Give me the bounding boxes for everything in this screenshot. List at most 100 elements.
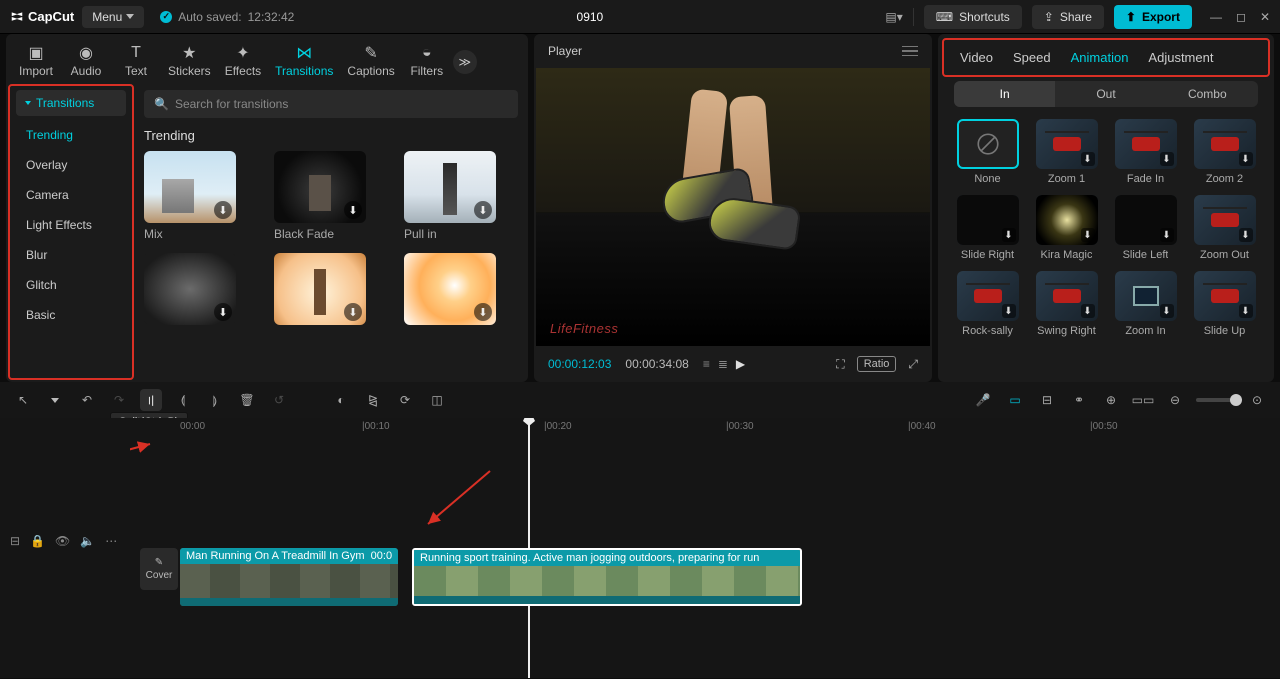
transition-card[interactable]: ⬇ [404,253,518,329]
close-icon[interactable]: ✕ [1260,10,1270,24]
anim-card-none[interactable]: None [954,119,1021,185]
download-icon[interactable]: ⬇ [474,201,492,219]
transition-card[interactable]: ⬇ [274,253,388,329]
download-icon[interactable]: ⬇ [1239,228,1253,242]
split-icon[interactable]: 〢 [140,389,162,411]
preview-icon[interactable]: ▭▭ [1132,389,1154,411]
ratio-button[interactable]: Ratio [857,356,897,372]
anim-card-kira-magic[interactable]: ⬇Kira Magic [1033,195,1100,261]
sidebar-item-basic[interactable]: Basic [10,300,132,330]
pointer-icon[interactable]: ↖ [12,389,34,411]
track-mute-icon[interactable]: 🔈 [80,534,95,548]
anim-card-slide-up[interactable]: ⬇Slide Up [1191,271,1258,337]
anim-card-slide-left[interactable]: ⬇Slide Left [1112,195,1179,261]
fullscreen-icon[interactable]: ⤢ [908,357,918,372]
download-icon[interactable]: ⬇ [1081,228,1095,242]
delete-icon[interactable]: 🗑 [236,389,258,411]
tab-captions[interactable]: ✎Captions [341,40,400,82]
zoom-slider[interactable] [1196,398,1236,402]
download-icon[interactable]: ⬇ [1160,152,1174,166]
export-button[interactable]: ⬆ Export [1114,5,1192,29]
anim-card-swing-right[interactable]: ⬇Swing Right [1033,271,1100,337]
right-tab-adjustment[interactable]: Adjustment [1148,50,1213,65]
transition-card[interactable]: ⬇ [144,253,258,329]
search-input[interactable]: 🔍 Search for transitions [144,90,518,118]
sidebar-item-trending[interactable]: Trending [10,120,132,150]
right-tab-animation[interactable]: Animation [1071,50,1129,65]
anim-card-fade-in[interactable]: ⬇Fade In [1112,119,1179,185]
sidebar-item-blur[interactable]: Blur [10,240,132,270]
zoom-out-icon[interactable]: ⊖ [1164,389,1186,411]
download-icon[interactable]: ⬇ [1002,228,1016,242]
download-icon[interactable]: ⬇ [214,201,232,219]
tab-audio[interactable]: ◉Audio [62,40,110,82]
speed-icon[interactable]: ◐ [330,389,352,411]
maximize-icon[interactable]: ◻ [1236,10,1246,24]
download-icon[interactable]: ⬇ [1002,304,1016,318]
menu-button[interactable]: Menu [82,6,144,28]
anim-card-zoom-1[interactable]: ⬇Zoom 1 [1033,119,1100,185]
align-icon[interactable]: ⊟ [1036,389,1058,411]
play-icon[interactable]: ▶ [736,357,745,371]
anim-card-rock-sally[interactable]: ⬇Rock-sally [954,271,1021,337]
track-more-icon[interactable]: ⋯ [105,534,117,548]
mic-icon[interactable]: 🎤 [972,389,994,411]
pointer-mode-chevron-icon[interactable] [44,389,66,411]
sidebar-item-glitch[interactable]: Glitch [10,270,132,300]
player-viewport[interactable]: LifeFitness [536,68,930,346]
download-icon[interactable]: ⬇ [1239,152,1253,166]
download-icon[interactable]: ⬇ [214,303,232,321]
transition-card[interactable]: ⬇Pull in [404,151,518,241]
track-visible-icon[interactable]: 👁 [55,534,70,548]
download-icon[interactable]: ⬇ [1160,304,1174,318]
download-icon[interactable]: ⬇ [474,303,492,321]
redo-icon[interactable]: ↷ [108,389,130,411]
crop-icon[interactable]: ◫ [426,389,448,411]
download-icon[interactable]: ⬇ [1160,228,1174,242]
minimize-icon[interactable]: — [1210,10,1222,24]
download-icon[interactable]: ⬇ [1081,152,1095,166]
tab-transitions[interactable]: ⋈Transitions [269,40,339,82]
rotate-icon[interactable]: ⟳ [394,389,416,411]
tabs-more-icon[interactable]: ≫ [453,50,477,74]
download-icon[interactable]: ⬇ [1239,304,1253,318]
scan-icon[interactable]: ⛶ [836,357,844,372]
download-icon[interactable]: ⬇ [1081,304,1095,318]
share-button[interactable]: ⇪ Share [1032,5,1104,29]
anim-card-slide-right[interactable]: ⬇Slide Right [954,195,1021,261]
subtab-combo[interactable]: Combo [1157,81,1258,107]
player-menu-icon[interactable] [902,46,918,57]
sidebar-item-light-effects[interactable]: Light Effects [10,210,132,240]
tab-stickers[interactable]: ★Stickers [162,40,217,82]
anim-card-zoom-in[interactable]: ⬇Zoom In [1112,271,1179,337]
subtab-out[interactable]: Out [1055,81,1156,107]
transition-card[interactable]: ⬇Black Fade [274,151,388,241]
link-icon[interactable]: ⚭ [1068,389,1090,411]
zoom-fit-icon[interactable]: ⊙ [1246,389,1268,411]
transition-card[interactable]: ⬇Mix [144,151,258,241]
mirror-icon[interactable]: ⧎ [362,389,384,411]
download-icon[interactable]: ⬇ [344,201,362,219]
right-tab-video[interactable]: Video [960,50,993,65]
sidebar-item-overlay[interactable]: Overlay [10,150,132,180]
shortcuts-button[interactable]: ⌨ Shortcuts [924,5,1022,29]
anim-card-zoom-out[interactable]: ⬇Zoom Out [1191,195,1258,261]
tab-text[interactable]: TText [112,40,160,82]
sidebar-group-transitions[interactable]: Transitions [16,90,126,116]
frame-list-icon[interactable]: ≣ [718,357,728,371]
sidebar-item-camera[interactable]: Camera [10,180,132,210]
tab-import[interactable]: ▣Import [12,40,60,82]
trim-left-icon[interactable]: ⟬ [172,389,194,411]
layout-icon[interactable]: ▤▾ [885,10,902,24]
clip-2[interactable]: Running sport training. Active man joggi… [412,548,802,606]
tab-effects[interactable]: ✦Effects [219,40,267,82]
magnet-icon[interactable]: ▭ [1004,389,1026,411]
trim-right-icon[interactable]: ⟭ [204,389,226,411]
subtab-in[interactable]: In [954,81,1055,107]
snap-icon[interactable]: ⊕ [1100,389,1122,411]
prev-frame-icon[interactable]: ≡ [703,357,710,371]
undo-icon[interactable]: ↶ [76,389,98,411]
clip-1[interactable]: Man Running On A Treadmill In Gym 00:0 [180,548,398,606]
reverse-icon[interactable]: ↺ [268,389,290,411]
track-collapse-icon[interactable]: ⊟ [10,534,20,548]
